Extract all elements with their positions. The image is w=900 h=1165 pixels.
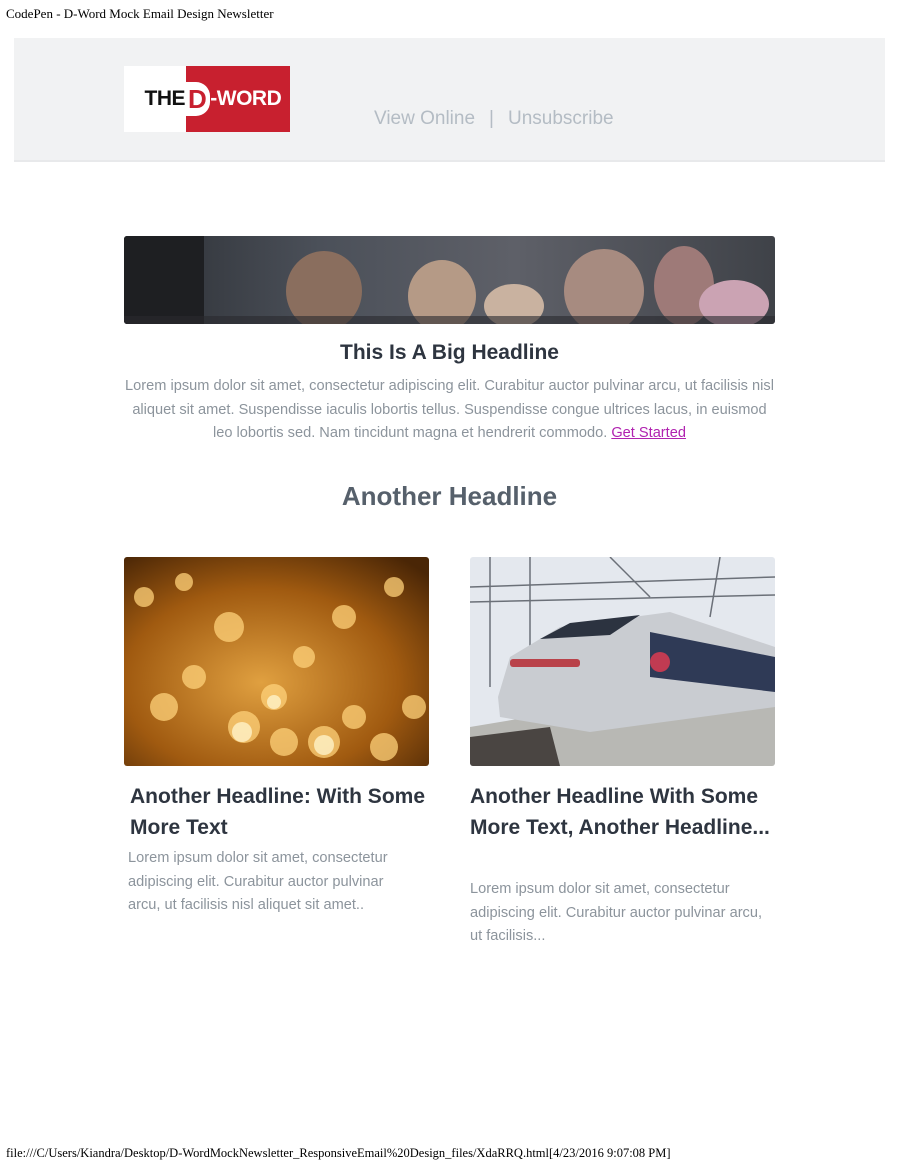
card-2-title: Another Headline With Some More Text, An… (470, 785, 770, 839)
tgv-train-image (470, 557, 775, 766)
print-page-url: file:///C/Users/Kiandra/Desktop/D-WordMo… (6, 1146, 671, 1160)
get-started-link[interactable]: Get Started (611, 425, 686, 441)
email-header: THE D -WORD View Online | Unsubscribe (14, 38, 885, 162)
view-online-link[interactable]: View Online (374, 108, 475, 130)
card-1-title: Another Headline: With Some More Text (130, 785, 425, 839)
d-word-logo[interactable]: THE D -WORD (124, 66, 290, 132)
print-page-title: CodePen - D-Word Mock Email Design Newsl… (6, 6, 274, 21)
unsubscribe-link[interactable]: Unsubscribe (508, 108, 614, 130)
bokeh-lights-image (124, 557, 429, 766)
hero-image (124, 236, 775, 324)
hero-body: Lorem ipsum dolor sit amet, consectetur … (124, 375, 775, 446)
big-headline: This Is A Big Headline (340, 341, 559, 364)
card-2-body: Lorem ipsum dolor sit amet, consectetur … (470, 881, 763, 944)
card-1-body: Lorem ipsum dolor sit amet, consectetur … (128, 850, 388, 913)
section-headline: Another Headline (341, 481, 558, 511)
header-links: View Online | Unsubscribe (374, 108, 614, 130)
link-separator: | (489, 108, 494, 129)
